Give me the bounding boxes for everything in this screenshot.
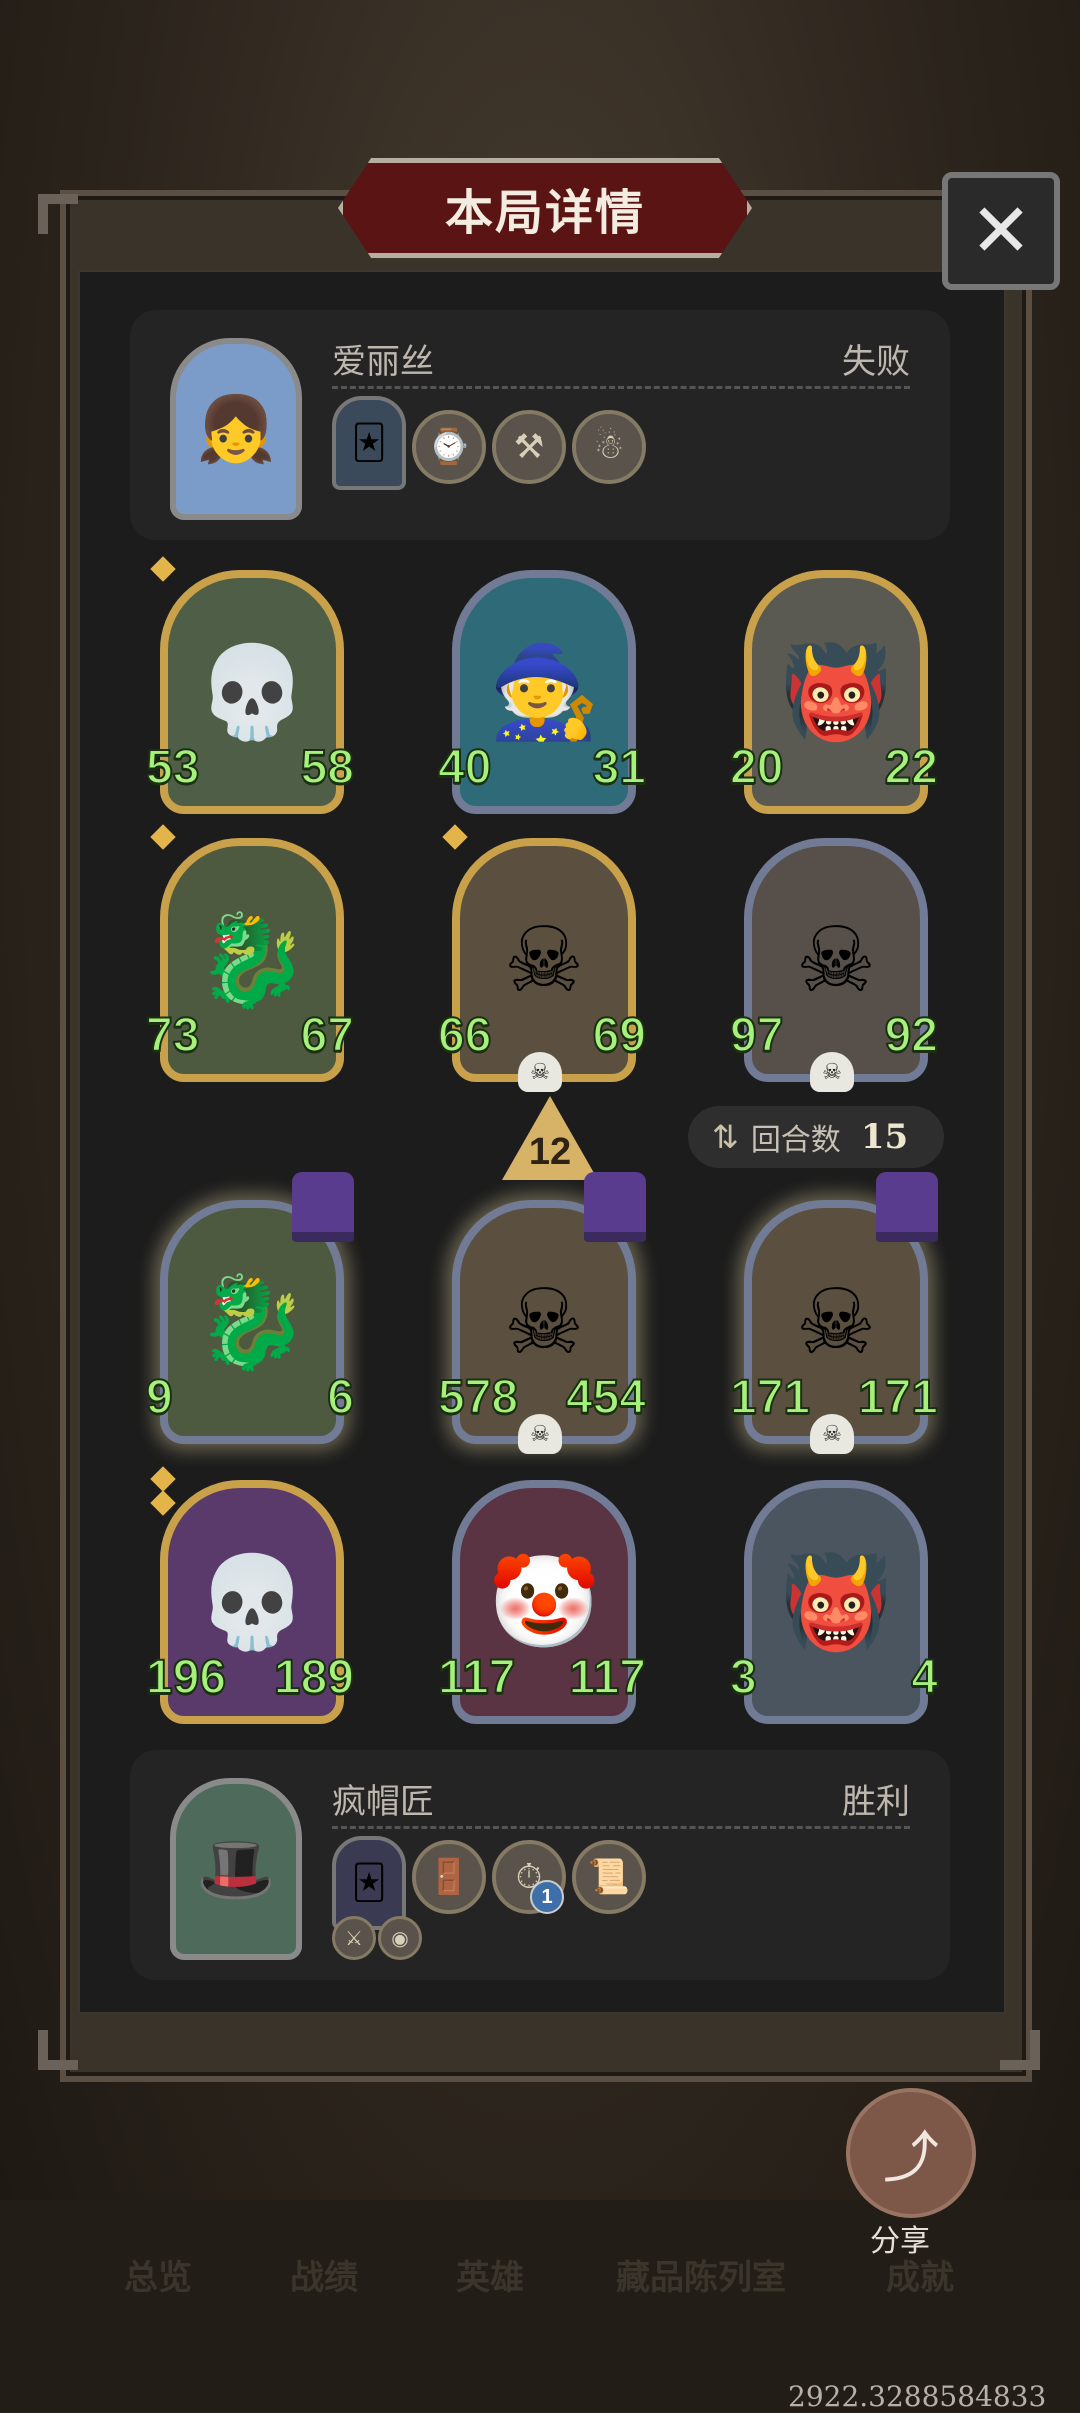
pocket-watch-icon[interactable]: ⌚ xyxy=(412,410,486,484)
unit-attack: 196 xyxy=(145,1646,227,1710)
unit-attack: 117 xyxy=(437,1646,516,1710)
unit-attack: 40 xyxy=(437,736,505,800)
unit-attack: 3 xyxy=(729,1646,796,1710)
divider xyxy=(332,386,910,389)
dialog-title-plate: 本局详情 xyxy=(338,158,752,258)
round-counter: ⇅ 回合数 15 xyxy=(688,1106,944,1168)
unit-health: 31 xyxy=(581,736,647,800)
unit-attack: 20 xyxy=(729,736,797,800)
round-label: 回合数 xyxy=(750,1124,841,1157)
unit-health: 4 xyxy=(874,1646,939,1710)
unit-card[interactable]: ☠ 97 92 ☠ xyxy=(729,838,939,1092)
unit-card[interactable]: ☠ 171 171 ☠ xyxy=(729,1172,939,1454)
unit-card[interactable]: 🤡 117 117 xyxy=(437,1480,647,1724)
shield-icon[interactable]: ◉ xyxy=(378,1916,422,1960)
skull-icon: ☠ xyxy=(518,1414,562,1454)
nav-overview[interactable]: 总览 xyxy=(124,2250,192,2299)
skull-icon: ☠ xyxy=(518,1052,562,1092)
top-player-result: 失败 xyxy=(842,343,910,381)
bottom-player-result: 胜利 xyxy=(842,1783,910,1821)
unit-health: 67 xyxy=(289,1004,355,1068)
close-button[interactable]: ✕ xyxy=(942,172,1060,290)
skull-icon: ☠ xyxy=(810,1052,854,1092)
swap-icon: ⇅ xyxy=(712,1119,739,1155)
top-hat-icon xyxy=(584,1172,646,1242)
unit-card[interactable]: 🧙 40 31 xyxy=(437,570,647,814)
unit-card[interactable]: 👹 20 22 xyxy=(729,570,939,814)
voodoo-doll-icon[interactable]: ☃ xyxy=(572,410,646,484)
bottom-player-panel: 🎩 疯帽匠 胜利 🃏 🚪 ⏱ 1 📜 ⚔ ◉ xyxy=(130,1750,950,1980)
equipment-count-badge: 1 xyxy=(530,1880,564,1914)
unit-card[interactable]: 👹 3 4 xyxy=(729,1480,939,1724)
unit-health: 117 xyxy=(568,1646,647,1710)
unit-health: 92 xyxy=(873,1004,939,1068)
unit-health: 454 xyxy=(565,1366,647,1430)
skull-icon: ☠ xyxy=(810,1414,854,1454)
bottom-player-portrait[interactable]: 🎩 xyxy=(170,1778,302,1960)
top-hat-icon xyxy=(876,1172,938,1242)
unit-health: 22 xyxy=(873,736,939,800)
unit-attack: 53 xyxy=(145,736,213,800)
unit-card[interactable]: 🐉 73 67 xyxy=(145,824,355,1082)
nav-records[interactable]: 战绩 xyxy=(290,2250,358,2299)
unit-health: 6 xyxy=(290,1366,355,1430)
nav-heroes[interactable]: 英雄 xyxy=(456,2250,524,2299)
unit-attack: 73 xyxy=(145,1004,213,1068)
unit-health: 171 xyxy=(857,1366,939,1430)
top-player-panel: 👧 爱丽丝 失败 🃏 ⌚ ⚒ ☃ xyxy=(130,310,950,540)
unit-attack: 66 xyxy=(437,1004,505,1068)
coordinate-readout: 2922.3288584833 xyxy=(788,2380,1047,2413)
nav-collection[interactable]: 藏品陈列室 xyxy=(616,2250,786,2299)
unit-portrait: 👹 xyxy=(744,1480,928,1724)
unit-card[interactable]: 💀 196 189 xyxy=(145,1466,355,1724)
top-player-name: 爱丽丝 xyxy=(332,343,434,381)
unit-card[interactable]: ☠ 578 454 ☠ xyxy=(437,1172,647,1454)
unit-health: 58 xyxy=(289,736,355,800)
divider xyxy=(332,1826,910,1829)
close-icon: ✕ xyxy=(969,189,1032,272)
dialog-title: 本局详情 xyxy=(444,187,645,240)
crossed-swords-icon[interactable]: ⚔ xyxy=(332,1916,376,1960)
hero-card-icon[interactable]: 🃏 xyxy=(332,396,406,490)
unit-attack: 97 xyxy=(729,1004,797,1068)
share-label: 分享 xyxy=(870,2225,930,2258)
treasure-book-icon[interactable]: 📜 xyxy=(572,1840,646,1914)
magic-axe-icon[interactable]: ⚒ xyxy=(492,410,566,484)
bottom-player-name: 疯帽匠 xyxy=(332,1783,434,1821)
share-icon: ⤴ xyxy=(883,2125,939,2189)
unit-card[interactable]: 🐉 9 6 xyxy=(145,1172,355,1444)
unit-card[interactable]: 💀 53 58 xyxy=(145,556,355,814)
level-arrow-value: 12 xyxy=(528,1131,572,1173)
unit-health: 69 xyxy=(581,1004,647,1068)
share-button[interactable]: ⤴ xyxy=(846,2088,976,2218)
magic-door-icon[interactable]: 🚪 xyxy=(412,1840,486,1914)
unit-health: 189 xyxy=(273,1646,355,1710)
unit-attack: 171 xyxy=(729,1366,811,1430)
unit-card[interactable]: ☠ 66 69 ☠ xyxy=(437,824,647,1092)
top-hat-icon xyxy=(292,1172,354,1242)
unit-attack: 9 xyxy=(145,1366,212,1430)
top-player-portrait[interactable]: 👧 xyxy=(170,338,302,520)
unit-attack: 578 xyxy=(437,1366,519,1430)
round-value: 15 xyxy=(860,1117,909,1157)
